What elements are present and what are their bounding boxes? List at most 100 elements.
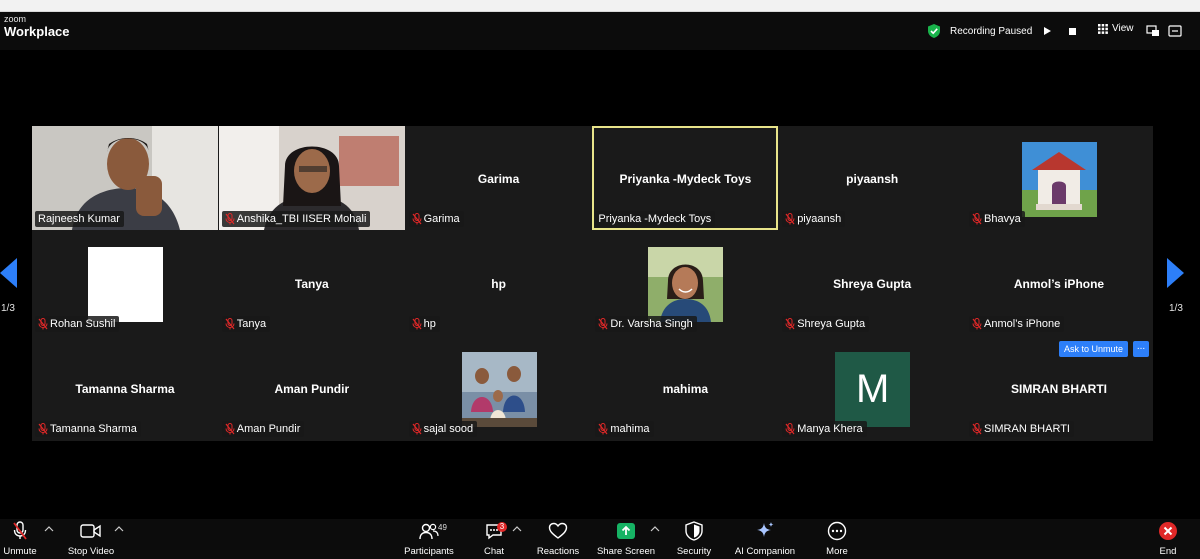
muted-microphone-icon	[412, 318, 422, 330]
participant-name-display: Tanya	[294, 277, 329, 291]
muted-microphone-icon	[785, 318, 795, 330]
page-indicator-right: 1/3	[1169, 303, 1183, 314]
next-page-arrow[interactable]	[1166, 258, 1184, 288]
participant-name-label: Rajneesh Kumar	[35, 211, 124, 227]
muted-microphone-icon	[38, 423, 48, 435]
muted-microphone-icon	[972, 318, 982, 330]
muted-microphone-icon	[412, 423, 422, 435]
participant-name-text: piyaansh	[797, 213, 842, 225]
participant-avatar	[88, 247, 163, 322]
participant-name-label: Priyanka -Mydeck Toys	[595, 211, 716, 227]
participant-name-display: Tamanna Sharma	[75, 382, 175, 396]
recording-status: Recording Paused	[928, 23, 1077, 39]
previous-page-arrow[interactable]	[0, 258, 18, 288]
participants-label: Participants	[404, 546, 454, 557]
view-button[interactable]: View	[1098, 23, 1134, 34]
participant-name-display: SIMRAN BHARTI	[1011, 382, 1107, 396]
participant-tile[interactable]: Bhavya	[966, 126, 1152, 230]
meeting-toolbar: Unmute Stop Video 49 Participants 3 Chat…	[0, 519, 1200, 559]
more-label: More	[826, 546, 848, 557]
participant-tile[interactable]: sajal sood	[405, 336, 592, 440]
participant-name-text: Tamanna Sharma	[50, 423, 137, 435]
participants-icon	[419, 523, 439, 540]
participant-tile[interactable]: Tamanna Sharma Tamanna Sharma	[32, 336, 218, 440]
muted-microphone-icon	[225, 423, 235, 435]
participant-avatar: M	[835, 352, 911, 427]
gallery-grid: Rajneesh Kumar Anshika_TBI IISER Mohali Ga…	[32, 126, 1153, 441]
participant-name-label: Anmol’s iPhone	[969, 316, 1065, 332]
participant-avatar	[648, 247, 724, 322]
participant-tile[interactable]: piyaansh piyaansh	[779, 126, 966, 230]
participant-name-display: mahima	[662, 382, 709, 396]
logo-zoom-text: zoom	[4, 14, 27, 24]
muted-microphone-icon	[972, 423, 982, 435]
participant-tile[interactable]: Aman Pundir Aman Pundir	[218, 336, 405, 440]
security-label: Security	[676, 546, 712, 557]
ask-to-unmute-button[interactable]: Ask to Unmute	[1059, 341, 1129, 357]
participant-name-display: piyaansh	[846, 172, 899, 186]
muted-microphone-icon	[785, 423, 795, 435]
chat-label: Chat	[483, 546, 505, 557]
muted-microphone-icon	[598, 423, 608, 435]
zoom-logo: zoom Workplace	[4, 14, 70, 39]
muted-microphone-icon	[785, 213, 795, 225]
muted-microphone-icon	[598, 318, 608, 330]
share-screen-label: Share Screen	[596, 546, 656, 557]
participant-name-label: Manya Khera	[782, 421, 867, 437]
video-camera-icon	[80, 524, 101, 538]
view-label: View	[1112, 23, 1134, 34]
participant-tile[interactable]: hp hp	[405, 231, 592, 335]
participant-name-text: Anmol’s iPhone	[984, 318, 1061, 330]
sparkle-icon	[757, 522, 774, 537]
recording-status-text: Recording Paused	[950, 25, 1033, 37]
participant-name-display: Aman Pundir	[274, 382, 350, 396]
muted-microphone-icon	[13, 521, 27, 540]
participant-name-label: sajal sood	[408, 421, 478, 437]
participant-tile[interactable]: Rohan Sushil	[32, 231, 218, 335]
grid-view-icon	[1098, 23, 1108, 34]
shield-icon	[685, 521, 703, 541]
participant-tile[interactable]: Priyanka -Mydeck Toys Priyanka -Mydeck To…	[592, 126, 779, 230]
participant-name-label: Tamanna Sharma	[35, 421, 141, 437]
picture-in-picture-icon[interactable]	[1146, 24, 1160, 38]
resume-recording-icon[interactable]	[1042, 26, 1052, 36]
participant-name-label: Bhavya	[969, 211, 1025, 227]
participant-name-text: SIMRAN BHARTI	[984, 423, 1070, 435]
end-meeting-button[interactable]: End	[1128, 521, 1200, 557]
participant-name-text: Rajneesh Kumar	[38, 213, 120, 225]
heart-icon	[548, 522, 568, 539]
participant-name-display: Anmol’s iPhone	[1013, 277, 1105, 291]
participant-tile[interactable]: Tanya Tanya	[218, 231, 405, 335]
participant-name-display: Priyanka -Mydeck Toys	[619, 172, 752, 186]
top-bar: zoom Workplace Recording Paused View	[0, 12, 1200, 50]
muted-microphone-icon	[225, 318, 235, 330]
participant-tile[interactable]: M Manya Khera	[779, 336, 966, 440]
participant-name-text: Bhavya	[984, 213, 1021, 225]
end-call-icon	[1159, 522, 1177, 540]
participant-tile[interactable]: Anshika_TBI IISER Mohali	[218, 126, 405, 230]
chat-unread-badge: 3	[497, 522, 507, 532]
participant-name-label: SIMRAN BHARTI	[969, 421, 1074, 437]
muted-microphone-icon	[38, 318, 48, 330]
fullscreen-icon[interactable]	[1168, 24, 1182, 38]
participant-name-label: Aman Pundir	[221, 421, 305, 437]
participant-name-text: mahima	[610, 423, 650, 435]
participant-tile[interactable]: Anmol’s iPhone Anmol’s iPhone	[966, 231, 1152, 335]
ai-companion-button[interactable]: AI Companion	[725, 521, 805, 557]
security-button[interactable]: Security	[654, 521, 734, 557]
participant-name-label: piyaansh	[782, 211, 846, 227]
tile-more-button[interactable]: ...	[1133, 341, 1149, 357]
participant-name-label: Rohan Sushil	[35, 316, 120, 332]
participant-name-display: Garima	[477, 172, 520, 186]
page-indicator-left: 1/3	[1, 303, 15, 314]
participant-tile[interactable]: Garima Garima	[405, 126, 592, 230]
participant-tile[interactable]: mahima mahima	[592, 336, 779, 440]
participant-tile[interactable]: Dr. Varsha Singh	[592, 231, 779, 335]
more-button[interactable]: More	[797, 521, 877, 557]
participant-name-display: Shreya Gupta	[833, 277, 912, 291]
video-options-chevron-icon[interactable]	[114, 525, 124, 533]
stop-recording-icon[interactable]	[1068, 27, 1077, 36]
participant-tile[interactable]: Rajneesh Kumar	[32, 126, 218, 230]
muted-microphone-icon	[225, 213, 235, 225]
participant-tile[interactable]: Shreya Gupta Shreya Gupta	[779, 231, 966, 335]
